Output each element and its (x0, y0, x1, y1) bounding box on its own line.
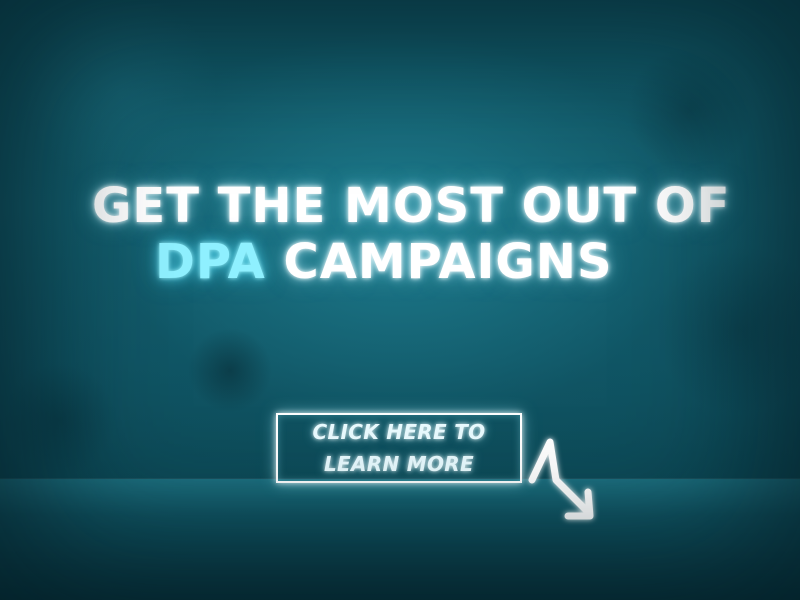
zigzag-arrow-icon (528, 438, 594, 520)
headline-line-2: DPA CAMPAIGNS (155, 234, 613, 290)
floor (0, 478, 800, 600)
cta-line-2: LEARN MORE (324, 452, 474, 476)
headline-line-2-rest: CAMPAIGNS (265, 234, 613, 290)
learn-more-button[interactable]: CLICK HERE TO LEARN MORE (276, 413, 522, 483)
headline-accent: DPA (155, 234, 266, 290)
banner: GET THE MOST OUT OF DPA CAMPAIGNS CLICK … (0, 0, 800, 600)
headline-line-1: GET THE MOST OUT OF (92, 178, 731, 234)
cta-line-1: CLICK HERE TO (312, 420, 486, 444)
